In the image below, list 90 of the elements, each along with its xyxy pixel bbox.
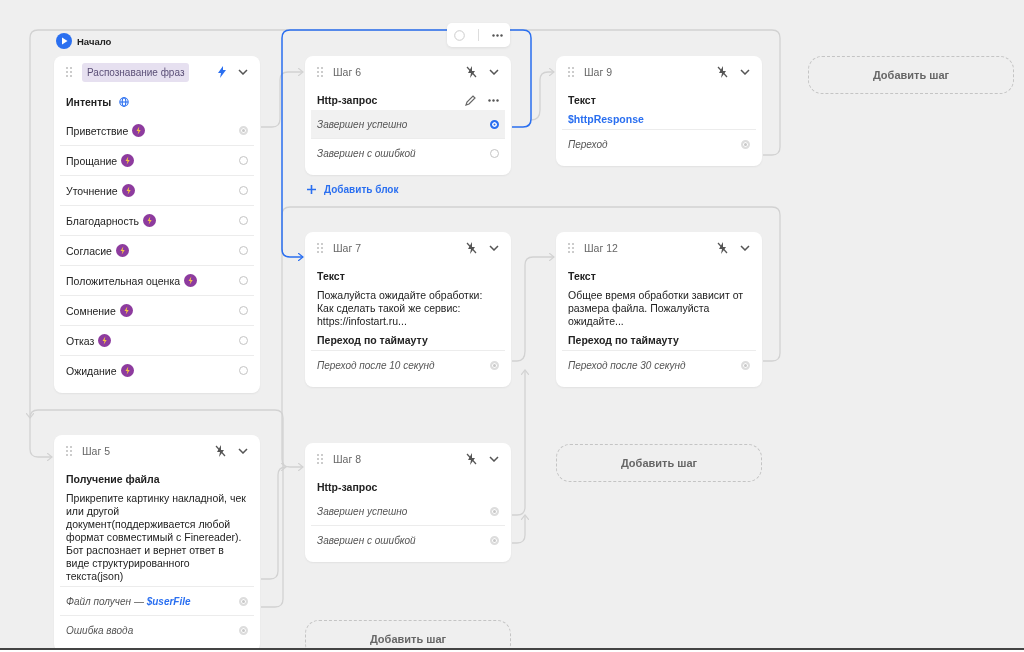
more-icon[interactable]: [488, 98, 499, 102]
output-row[interactable]: Завершен с ошибкой: [311, 525, 505, 554]
block-title: Получение файла: [66, 473, 160, 485]
step-title: Шаг 8: [333, 453, 363, 465]
intents-title: Интенты: [66, 96, 112, 108]
lightning-slash-icon[interactable]: [717, 242, 728, 254]
output-row[interactable]: Завершен с ошибкой: [311, 138, 505, 167]
output-row[interactable]: Файл получен — $userFile: [60, 586, 254, 615]
output-row[interactable]: Завершен успешно: [311, 497, 505, 525]
output-row[interactable]: Завершен успешно: [311, 110, 505, 138]
output-row[interactable]: Переход после 30 секунд: [562, 350, 756, 379]
intent-label: Отказ: [66, 334, 95, 347]
step-title: Шаг 7: [333, 242, 363, 254]
intent-label: Положительная оценка: [66, 274, 181, 287]
plus-icon[interactable]: [307, 185, 316, 194]
lightning-badge-icon: [132, 124, 146, 137]
chevron-down-icon[interactable]: [238, 448, 248, 454]
lightning-badge-icon: [115, 244, 129, 257]
connector-line[interactable]: [281, 29, 532, 262]
intent-label: Сомнение: [66, 304, 116, 317]
intent-row[interactable]: Положительная оценка: [60, 265, 254, 295]
block-title: Http-запрос: [317, 94, 378, 106]
block-subtitle: Переход по таймауту: [567, 333, 680, 348]
drag-handle-icon[interactable]: [568, 67, 574, 77]
message-text: Общее время обработки зависит от размера файла. Пожалуйста ожидайте...: [567, 288, 745, 329]
block-title: Текст: [568, 270, 596, 282]
add-step-button[interactable]: Добавить шаг: [556, 444, 762, 482]
globe-icon[interactable]: [119, 97, 130, 107]
chevron-down-icon[interactable]: [489, 245, 499, 251]
lightning-slash-icon[interactable]: [466, 453, 477, 465]
chevron-down-icon[interactable]: [489, 456, 499, 462]
intent-row[interactable]: Приветствие: [60, 116, 254, 145]
drag-handle-icon[interactable]: [568, 243, 574, 253]
intent-row[interactable]: Прощание: [60, 145, 254, 175]
drag-handle-icon[interactable]: [66, 446, 72, 456]
intent-row[interactable]: Уточнение: [60, 175, 254, 205]
intent-row[interactable]: Сомнение: [60, 295, 254, 325]
step-title: Шаг 6: [333, 66, 363, 78]
block-title: Http-запрос: [317, 481, 378, 493]
output-row[interactable]: Переход после 10 секунд: [311, 350, 505, 379]
pencil-icon[interactable]: [465, 94, 476, 106]
lightning-badge-icon: [119, 304, 133, 317]
chevron-down-icon[interactable]: [740, 69, 750, 75]
lightning-badge-icon: [142, 214, 156, 227]
drag-handle-icon[interactable]: [66, 67, 72, 77]
lightning-slash-icon[interactable]: [717, 66, 728, 78]
lightning-badge-icon: [121, 184, 135, 197]
drag-handle-icon[interactable]: [317, 454, 323, 464]
lightning-badge-icon: [184, 274, 198, 287]
intent-label: Прощание: [66, 154, 118, 167]
message-text: Пожалуйста ожидайте обработки: Как сделать такой же сервис: https://infostart.ru...: [316, 288, 484, 329]
intent-label: Согласие: [66, 244, 112, 257]
chevron-down-icon[interactable]: [238, 69, 248, 75]
play-icon[interactable]: [56, 33, 72, 49]
variable-link[interactable]: $httpResponse: [556, 110, 762, 129]
add-step-button[interactable]: Добавить шаг: [808, 56, 1014, 94]
lightning-badge-icon: [98, 334, 112, 347]
intent-row[interactable]: Согласие: [60, 235, 254, 265]
lightning-slash-icon[interactable]: [466, 242, 477, 254]
drag-handle-icon[interactable]: [317, 243, 323, 253]
add-block-link[interactable]: Добавить блок: [324, 184, 399, 195]
step-title: Шаг 12: [584, 242, 619, 254]
output-row[interactable]: Переход: [562, 129, 756, 158]
step-title: Шаг 5: [82, 445, 112, 457]
message-text: Прикрепите картинку накладной, чек или другой документ(поддерживается любой формат совместимый с Finereader). Бот распознает и вернет ответ в виде структурированного текста(json): [65, 491, 247, 584]
lightning-slash-icon[interactable]: [466, 66, 477, 78]
block-subtitle: Переход по таймауту: [316, 333, 429, 348]
lightning-badge-icon: [121, 154, 135, 167]
circle-icon[interactable]: [453, 29, 465, 41]
lightning-badge-icon: [120, 364, 134, 377]
intent-row[interactable]: Благодарность: [60, 205, 254, 235]
intent-row[interactable]: Ожидание: [60, 355, 254, 385]
trigger-chip[interactable]: Распознавание фраз: [82, 62, 190, 82]
lightning-slash-icon[interactable]: [215, 445, 226, 457]
intent-row[interactable]: Отказ: [60, 325, 254, 355]
drag-handle-icon[interactable]: [317, 67, 323, 77]
block-title: Текст: [568, 94, 596, 106]
step-title: Шаг 9: [584, 66, 614, 78]
lightning-icon[interactable]: [218, 66, 226, 78]
more-icon[interactable]: [492, 33, 504, 37]
start-label: Начало: [77, 35, 112, 47]
intent-label: Ожидание: [66, 364, 117, 377]
output-row[interactable]: Ошибка ввода: [60, 615, 254, 644]
chevron-down-icon[interactable]: [740, 245, 750, 251]
connection-point[interactable]: [490, 119, 499, 129]
intent-label: Уточнение: [66, 184, 118, 197]
intent-label: Приветствие: [66, 124, 129, 137]
chevron-down-icon[interactable]: [489, 69, 499, 75]
block-title: Текст: [317, 270, 345, 282]
intent-label: Благодарность: [66, 214, 139, 227]
